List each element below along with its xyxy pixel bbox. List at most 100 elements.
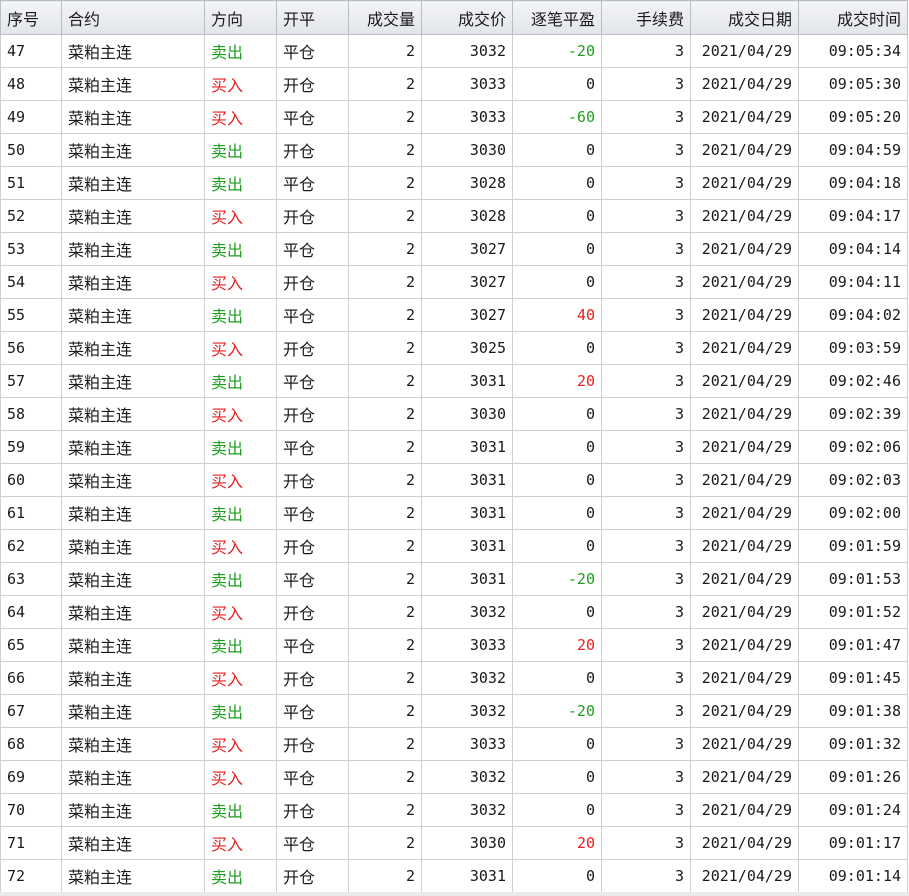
table-row[interactable]: 68 菜粕主连 买入 开仓 2 3033 0 3 2021/04/29 09:01:32 xyxy=(0,727,908,761)
cell-volume: 2 xyxy=(348,133,422,167)
col-header-date[interactable]: 成交日期 xyxy=(690,0,799,35)
cell-pnl: 0 xyxy=(512,397,602,431)
cell-fee: 3 xyxy=(601,859,691,893)
cell-volume: 2 xyxy=(348,628,422,662)
cell-time: 09:01:24 xyxy=(798,793,908,827)
cell-volume: 2 xyxy=(348,859,422,893)
cell-date: 2021/04/29 xyxy=(690,463,799,497)
table-row[interactable]: 60 菜粕主连 买入 开仓 2 3031 0 3 2021/04/29 09:02:03 xyxy=(0,463,908,497)
table-row[interactable]: 56 菜粕主连 买入 开仓 2 3025 0 3 2021/04/29 09:03:59 xyxy=(0,331,908,365)
table-row[interactable]: 59 菜粕主连 卖出 平仓 2 3031 0 3 2021/04/29 09:02:06 xyxy=(0,430,908,464)
cell-date: 2021/04/29 xyxy=(690,628,799,662)
cell-open-close: 平仓 xyxy=(276,562,349,596)
table-body: 47 菜粕主连 卖出 平仓 2 3032 -20 3 2021/04/29 09:05:34 48 菜… xyxy=(0,34,908,893)
cell-contract: 菜粕主连 xyxy=(61,661,205,695)
cell-price: 3032 xyxy=(421,760,513,794)
cell-date: 2021/04/29 xyxy=(690,166,799,200)
cell-fee: 3 xyxy=(601,34,691,68)
cell-fee: 3 xyxy=(601,661,691,695)
cell-date: 2021/04/29 xyxy=(690,595,799,629)
cell-open-close: 平仓 xyxy=(276,496,349,530)
cell-price: 3032 xyxy=(421,34,513,68)
cell-open-close: 开仓 xyxy=(276,529,349,563)
cell-open-close: 平仓 xyxy=(276,232,349,266)
table-row[interactable]: 67 菜粕主连 卖出 平仓 2 3032 -20 3 2021/04/29 09:01:38 xyxy=(0,694,908,728)
cell-price: 3027 xyxy=(421,298,513,332)
cell-volume: 2 xyxy=(348,430,422,464)
cell-contract: 菜粕主连 xyxy=(61,529,205,563)
col-header-seq[interactable]: 序号 xyxy=(0,0,62,35)
cell-date: 2021/04/29 xyxy=(690,859,799,893)
cell-price: 3032 xyxy=(421,793,513,827)
cell-fee: 3 xyxy=(601,265,691,299)
cell-time: 09:01:38 xyxy=(798,694,908,728)
horizontal-scrollbar[interactable] xyxy=(0,892,909,896)
cell-seq: 54 xyxy=(0,265,62,299)
cell-direction: 卖出 xyxy=(204,298,277,332)
col-header-open-close[interactable]: 开平 xyxy=(276,0,349,35)
table-row[interactable]: 53 菜粕主连 卖出 平仓 2 3027 0 3 2021/04/29 09:04:14 xyxy=(0,232,908,266)
cell-pnl: 0 xyxy=(512,67,602,101)
table-row[interactable]: 61 菜粕主连 卖出 平仓 2 3031 0 3 2021/04/29 09:02:00 xyxy=(0,496,908,530)
cell-time: 09:01:53 xyxy=(798,562,908,596)
table-row[interactable]: 71 菜粕主连 买入 平仓 2 3030 20 3 2021/04/29 09:01:17 xyxy=(0,826,908,860)
col-header-volume[interactable]: 成交量 xyxy=(348,0,422,35)
col-header-contract[interactable]: 合约 xyxy=(61,0,205,35)
cell-pnl: 0 xyxy=(512,793,602,827)
cell-date: 2021/04/29 xyxy=(690,199,799,233)
trade-records-grid[interactable]: 序号 合约 方向 开平 成交量 成交价 逐笔平盈 手续费 成交日期 成交时间 4… xyxy=(0,0,909,893)
table-row[interactable]: 48 菜粕主连 买入 开仓 2 3033 0 3 2021/04/29 09:05:30 xyxy=(0,67,908,101)
table-row[interactable]: 66 菜粕主连 买入 开仓 2 3032 0 3 2021/04/29 09:01:45 xyxy=(0,661,908,695)
table-row[interactable]: 58 菜粕主连 买入 开仓 2 3030 0 3 2021/04/29 09:02:39 xyxy=(0,397,908,431)
cell-fee: 3 xyxy=(601,760,691,794)
table-row[interactable]: 64 菜粕主连 买入 开仓 2 3032 0 3 2021/04/29 09:01:52 xyxy=(0,595,908,629)
table-row[interactable]: 52 菜粕主连 买入 开仓 2 3028 0 3 2021/04/29 09:04:17 xyxy=(0,199,908,233)
cell-contract: 菜粕主连 xyxy=(61,232,205,266)
col-header-fee[interactable]: 手续费 xyxy=(601,0,691,35)
cell-date: 2021/04/29 xyxy=(690,232,799,266)
cell-contract: 菜粕主连 xyxy=(61,793,205,827)
table-row[interactable]: 50 菜粕主连 卖出 开仓 2 3030 0 3 2021/04/29 09:04:59 xyxy=(0,133,908,167)
col-header-direction[interactable]: 方向 xyxy=(204,0,277,35)
table-row[interactable]: 49 菜粕主连 买入 平仓 2 3033 -60 3 2021/04/29 09:05:20 xyxy=(0,100,908,134)
cell-direction: 卖出 xyxy=(204,793,277,827)
table-row[interactable]: 47 菜粕主连 卖出 平仓 2 3032 -20 3 2021/04/29 09:05:34 xyxy=(0,34,908,68)
col-header-time[interactable]: 成交时间 xyxy=(798,0,908,35)
col-header-pnl[interactable]: 逐笔平盈 xyxy=(512,0,602,35)
cell-open-close: 平仓 xyxy=(276,100,349,134)
cell-contract: 菜粕主连 xyxy=(61,826,205,860)
cell-date: 2021/04/29 xyxy=(690,331,799,365)
cell-direction: 卖出 xyxy=(204,364,277,398)
cell-contract: 菜粕主连 xyxy=(61,199,205,233)
cell-direction: 买入 xyxy=(204,67,277,101)
cell-time: 09:04:14 xyxy=(798,232,908,266)
cell-direction: 卖出 xyxy=(204,133,277,167)
cell-open-close: 平仓 xyxy=(276,298,349,332)
cell-direction: 买入 xyxy=(204,529,277,563)
table-row[interactable]: 72 菜粕主连 卖出 开仓 2 3031 0 3 2021/04/29 09:01:14 xyxy=(0,859,908,893)
cell-open-close: 平仓 xyxy=(276,34,349,68)
cell-direction: 买入 xyxy=(204,199,277,233)
cell-time: 09:01:17 xyxy=(798,826,908,860)
cell-price: 3030 xyxy=(421,397,513,431)
table-row[interactable]: 70 菜粕主连 卖出 开仓 2 3032 0 3 2021/04/29 09:01:24 xyxy=(0,793,908,827)
cell-date: 2021/04/29 xyxy=(690,793,799,827)
cell-open-close: 开仓 xyxy=(276,331,349,365)
cell-date: 2021/04/29 xyxy=(690,661,799,695)
table-row[interactable]: 63 菜粕主连 卖出 平仓 2 3031 -20 3 2021/04/29 09:01:53 xyxy=(0,562,908,596)
col-header-price[interactable]: 成交价 xyxy=(421,0,513,35)
table-row[interactable]: 51 菜粕主连 卖出 平仓 2 3028 0 3 2021/04/29 09:04:18 xyxy=(0,166,908,200)
table-row[interactable]: 62 菜粕主连 买入 开仓 2 3031 0 3 2021/04/29 09:01:59 xyxy=(0,529,908,563)
cell-volume: 2 xyxy=(348,298,422,332)
cell-contract: 菜粕主连 xyxy=(61,496,205,530)
table-row[interactable]: 55 菜粕主连 卖出 平仓 2 3027 40 3 2021/04/29 09:04:02 xyxy=(0,298,908,332)
table-row[interactable]: 57 菜粕主连 卖出 平仓 2 3031 20 3 2021/04/29 09:02:46 xyxy=(0,364,908,398)
cell-pnl: 0 xyxy=(512,859,602,893)
table-row[interactable]: 65 菜粕主连 卖出 平仓 2 3033 20 3 2021/04/29 09:01:47 xyxy=(0,628,908,662)
cell-date: 2021/04/29 xyxy=(690,496,799,530)
cell-open-close: 平仓 xyxy=(276,628,349,662)
table-row[interactable]: 69 菜粕主连 买入 平仓 2 3032 0 3 2021/04/29 09:01:26 xyxy=(0,760,908,794)
table-row[interactable]: 54 菜粕主连 买入 开仓 2 3027 0 3 2021/04/29 09:04:11 xyxy=(0,265,908,299)
cell-pnl: 0 xyxy=(512,232,602,266)
cell-seq: 51 xyxy=(0,166,62,200)
